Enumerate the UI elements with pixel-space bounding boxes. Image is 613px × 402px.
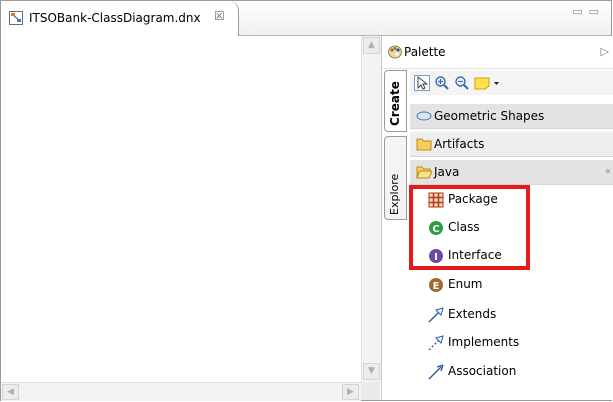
maximize-icon[interactable]: ▭: [589, 5, 605, 18]
diagram-canvas[interactable]: ▲ ▼ ◀ ▶: [1, 36, 381, 401]
drawer-artifacts[interactable]: Artifacts: [410, 131, 613, 157]
extends-arrow-icon: [428, 307, 444, 323]
association-arrow-icon: [428, 364, 444, 380]
scroll-down-icon[interactable]: ▼: [363, 363, 380, 380]
palette-item-label: Implements: [448, 335, 520, 349]
palette-item-label: Extends: [448, 307, 497, 321]
scroll-up-icon[interactable]: ▲: [363, 37, 380, 54]
scroll-left-icon[interactable]: ◀: [2, 384, 19, 400]
drawer-label: Geometric Shapes: [434, 109, 545, 123]
select-tool-icon[interactable]: [414, 75, 430, 91]
zoom-out-icon[interactable]: [454, 75, 470, 91]
diagram-icon: [9, 11, 23, 25]
palette-header: Palette ▷: [382, 36, 613, 69]
editor-tab[interactable]: ITSOBank-ClassDiagram.dnx ☒: [1, 1, 239, 36]
palette-title: Palette: [404, 45, 446, 59]
enum-icon: E: [429, 278, 443, 292]
tab-explore[interactable]: Explore: [384, 136, 407, 220]
close-icon[interactable]: ☒: [214, 9, 225, 23]
drawer-label: Java: [434, 165, 460, 179]
tab-create-label: Create: [388, 81, 402, 126]
editor-tab-bar: ITSOBank-ClassDiagram.dnx ☒ ▭▭: [1, 1, 611, 36]
drawer-java[interactable]: Java «: [410, 159, 613, 185]
highlight-box: [409, 185, 530, 270]
tab-create[interactable]: Create: [384, 70, 407, 132]
vertical-scrollbar[interactable]: ▲ ▼: [361, 36, 381, 382]
minimize-icon[interactable]: ▭: [572, 5, 588, 18]
palette-item-label: Enum: [448, 277, 483, 291]
palette-item-implements[interactable]: Implements: [428, 332, 608, 354]
palette-collapse-icon[interactable]: ▷: [601, 45, 609, 58]
scroll-right-icon[interactable]: ▶: [342, 384, 359, 400]
ellipse-icon: [416, 111, 432, 121]
palette-item-association[interactable]: Association: [428, 361, 608, 383]
drawer-label: Artifacts: [434, 137, 485, 151]
collapse-drawer-icon[interactable]: «: [605, 166, 611, 177]
zoom-in-icon[interactable]: [434, 75, 450, 91]
window-controls: ▭▭: [572, 5, 605, 18]
tab-explore-label: Explore: [388, 173, 401, 215]
palette-item-label: Association: [448, 364, 517, 378]
palette-toolbar: [410, 71, 613, 95]
drawer-geometric-shapes[interactable]: Geometric Shapes: [410, 103, 613, 129]
svg-text:E: E: [433, 281, 440, 292]
scroll-corner: [361, 382, 380, 400]
palette-item-enum[interactable]: E Enum: [428, 274, 608, 296]
editor-tab-label: ITSOBank-ClassDiagram.dnx: [29, 11, 201, 25]
implements-arrow-icon: [428, 335, 444, 351]
palette-icon: [388, 45, 402, 59]
palette-item-extends[interactable]: Extends: [428, 304, 608, 326]
folder-open-icon: [416, 166, 432, 179]
note-icon[interactable]: [474, 75, 500, 91]
folder-icon: [416, 138, 432, 151]
horizontal-scrollbar[interactable]: ◀ ▶: [1, 382, 361, 401]
